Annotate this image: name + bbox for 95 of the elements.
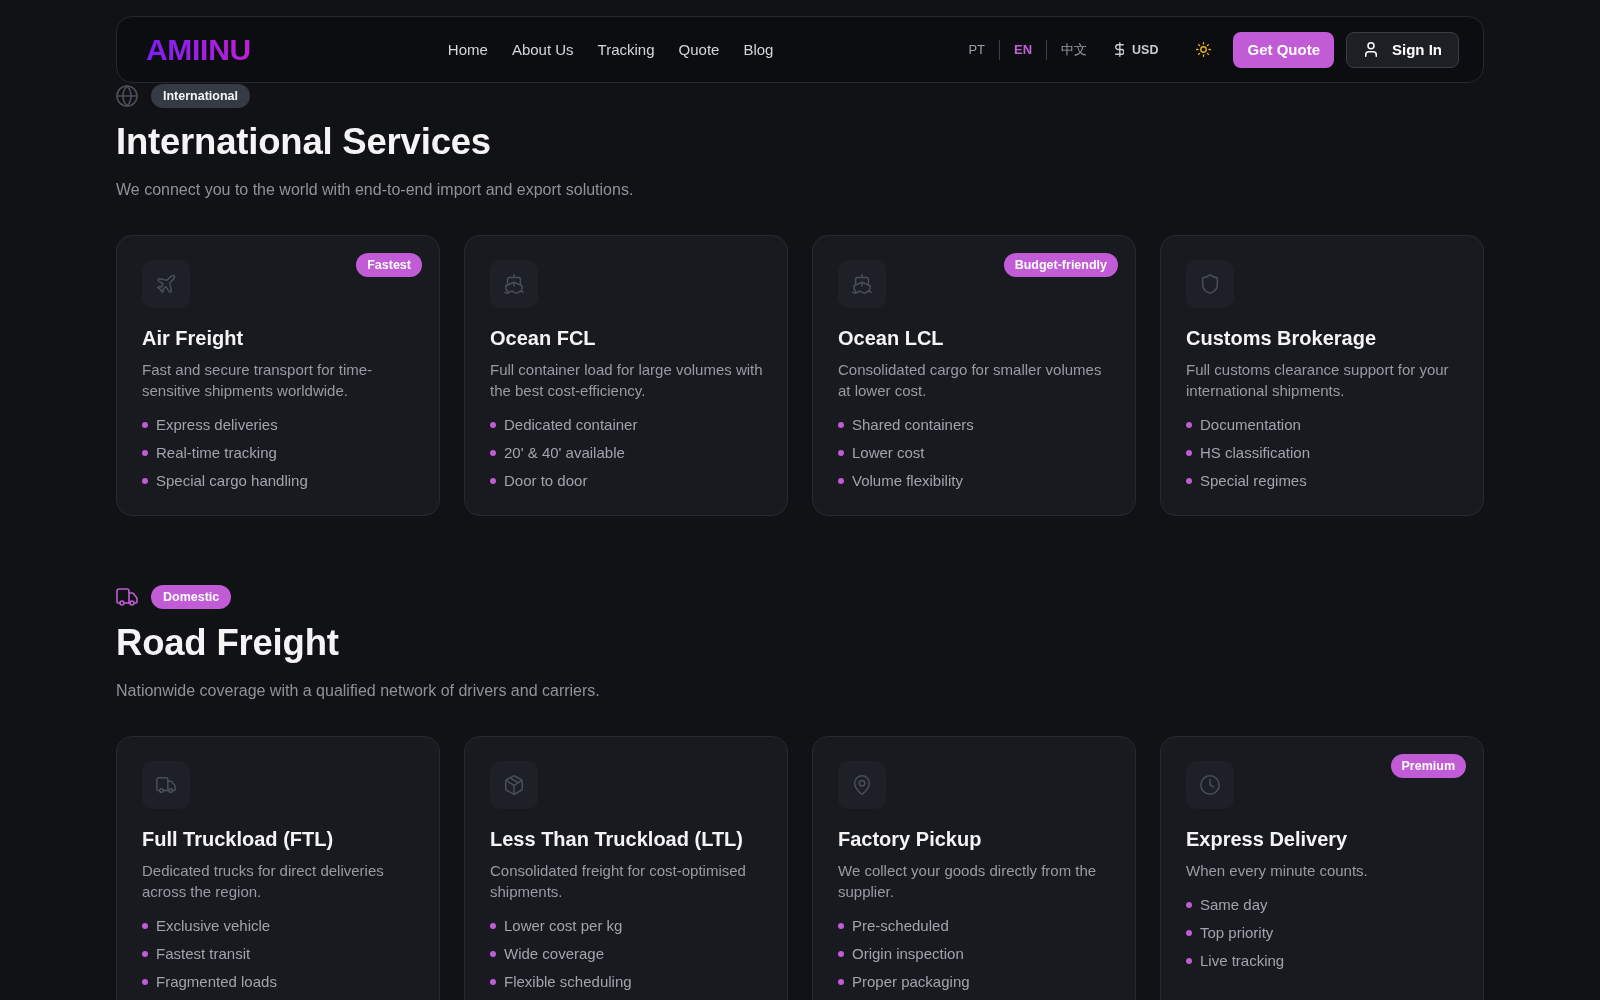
clock-icon: [1186, 761, 1234, 809]
nav-link[interactable]: Quote: [678, 39, 720, 60]
truck-icon: [142, 761, 190, 809]
section-subtitle: We connect you to the world with end-to-end import and export solutions.: [116, 180, 635, 200]
feature-text: Fragmented loads: [156, 972, 277, 992]
feature-text: Fastest transit: [156, 944, 251, 964]
bullet-icon: [1186, 902, 1192, 908]
feature-text: Proper packaging: [852, 972, 970, 992]
package-icon: [490, 761, 538, 809]
nav-link[interactable]: Blog: [743, 39, 774, 60]
feature-text: Shared containers: [852, 415, 974, 435]
currency-selector[interactable]: USD: [1115, 42, 1159, 57]
shield-icon: [1186, 260, 1234, 308]
feature-text: Top priority: [1200, 923, 1274, 943]
bullet-icon: [1186, 422, 1192, 428]
feature-text: Same day: [1200, 895, 1268, 915]
card-title: Customs Brokerage: [1186, 326, 1378, 351]
nav-link[interactable]: About Us: [511, 39, 574, 60]
bullet-icon: [490, 979, 496, 985]
bullet-icon: [838, 450, 844, 456]
language-option[interactable]: PT: [968, 40, 985, 59]
bullet-icon: [490, 450, 496, 456]
card-title: Factory Pickup: [838, 827, 983, 852]
bullet-icon: [142, 422, 148, 428]
bullet-icon: [838, 951, 844, 957]
bullet-icon: [490, 422, 496, 428]
bullet-icon: [838, 923, 844, 929]
card-description: Full customs clearance support for your international shipments.: [1186, 360, 1450, 401]
card-title: Air Freight: [142, 326, 245, 351]
feature-text: Special regimes: [1200, 471, 1307, 491]
card-description: Consolidated freight for cost-optimised shipments.: [490, 861, 747, 902]
bullet-icon: [838, 979, 844, 985]
feature-text: Real-time tracking: [156, 443, 277, 463]
feature-text: Door to door: [504, 471, 588, 491]
card-description: Consolidated cargo for smaller volumes at lower cost.: [838, 360, 1103, 401]
ship-icon: [838, 260, 886, 308]
feature-text: Special cargo handling: [156, 471, 308, 491]
feature-text: Volume flexibility: [852, 471, 963, 491]
card-title: Full Truckload (FTL): [142, 827, 335, 852]
bullet-icon: [838, 422, 844, 428]
bullet-icon: [1186, 958, 1192, 964]
card-description: We collect your goods directly from the supplier.: [838, 861, 1098, 902]
dollar-icon: [1115, 42, 1125, 57]
card-description: When every minute counts.: [1186, 861, 1369, 881]
bullet-icon: [1186, 930, 1192, 936]
card-description: Fast and secure transport for time-sensitive shipments worldwide.: [142, 360, 374, 401]
category-tag: Domestic: [151, 585, 232, 609]
feature-text: Lower cost: [852, 443, 925, 463]
card-description: Full container load for large volumes with the best cost-efficiency.: [490, 360, 763, 401]
location-pin-icon: [838, 761, 886, 809]
section-title: Road Freight: [116, 621, 340, 665]
bullet-icon: [142, 979, 148, 985]
highlight-tag: Premium: [1390, 754, 1466, 778]
feature-text: Flexible scheduling: [504, 972, 632, 992]
bullet-icon: [490, 951, 496, 957]
card-title: Less Than Truckload (LTL): [490, 827, 744, 852]
language-option[interactable]: 中文: [1061, 40, 1088, 59]
card-title: Ocean LCL: [838, 326, 945, 351]
nav-link[interactable]: Home: [447, 39, 488, 60]
feature-text: Lower cost per kg: [504, 916, 623, 936]
bullet-icon: [1186, 450, 1192, 456]
feature-text: Documentation: [1200, 415, 1301, 435]
bullet-icon: [490, 923, 496, 929]
language-option[interactable]: EN: [1014, 40, 1033, 59]
feature-text: HS classification: [1200, 443, 1311, 463]
nav-link[interactable]: Tracking: [597, 39, 655, 60]
feature-text: Exclusive vehicle: [156, 916, 271, 936]
bullet-icon: [142, 951, 148, 957]
highlight-tag: Fastest: [356, 253, 422, 277]
user-icon: [1365, 42, 1377, 57]
ship-icon: [490, 260, 538, 308]
get-quote-button[interactable]: Get Quote: [1233, 31, 1334, 68]
bullet-icon: [142, 450, 148, 456]
feature-text: Pre-scheduled: [852, 916, 949, 936]
feature-text: Wide coverage: [504, 944, 605, 964]
category-tag: International: [151, 84, 250, 108]
section-subtitle: Nationwide coverage with a qualified network of drivers and carriers.: [116, 681, 601, 701]
feature-text: Live tracking: [1200, 951, 1285, 971]
card-title: Ocean FCL: [490, 326, 597, 351]
highlight-tag: Budget-friendly: [1003, 253, 1118, 277]
bullet-icon: [142, 923, 148, 929]
feature-text: Express deliveries: [156, 415, 278, 435]
sign-in-button[interactable]: Sign In: [1346, 31, 1459, 68]
feature-text: Dedicated container: [504, 415, 638, 435]
bullet-icon: [838, 478, 844, 484]
card-description: Dedicated trucks for direct deliveries across the region.: [142, 861, 385, 902]
airplane-icon: [142, 260, 190, 308]
section-title: International Services: [116, 120, 492, 164]
bullet-icon: [490, 478, 496, 484]
card-title: Express Delivery: [1186, 827, 1349, 852]
bullet-icon: [1186, 478, 1192, 484]
feature-text: Origin inspection: [852, 944, 964, 964]
bullet-icon: [142, 478, 148, 484]
feature-text: 20' & 40' available: [504, 443, 625, 463]
sun-icon[interactable]: [1196, 42, 1212, 57]
